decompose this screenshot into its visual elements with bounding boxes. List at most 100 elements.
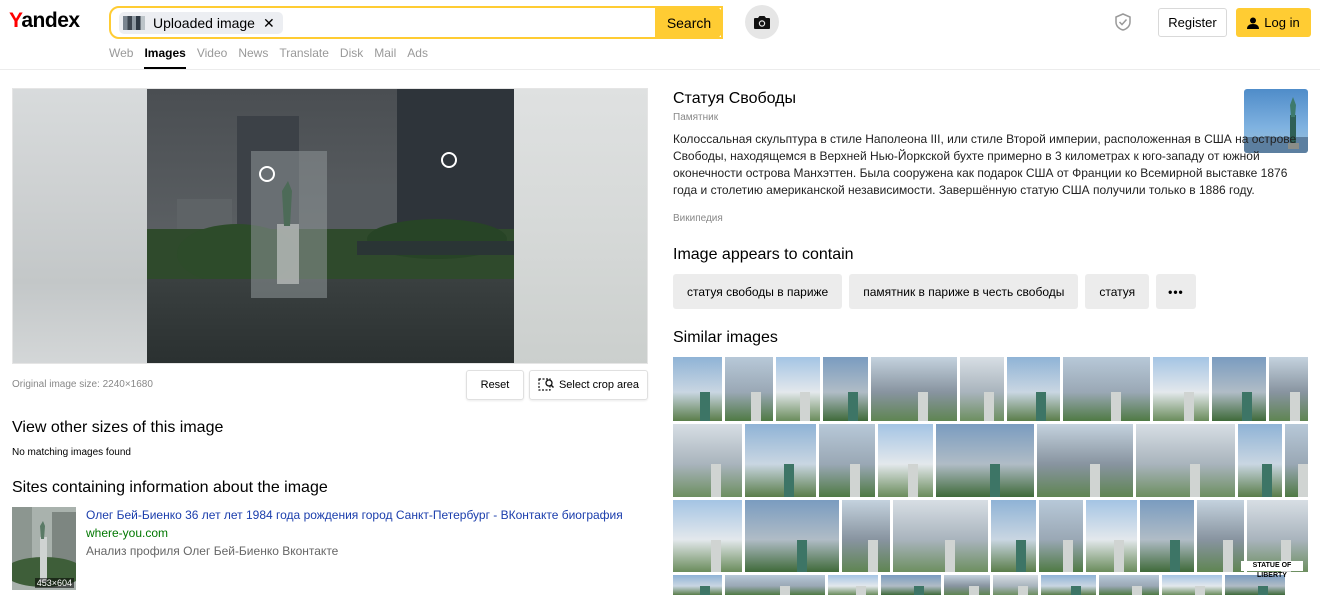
statue-shape <box>1063 539 1073 572</box>
similar-image-thumbnail[interactable] <box>828 575 878 595</box>
similar-image-thumbnail[interactable] <box>1037 424 1133 497</box>
entity-source[interactable]: Википедия <box>673 213 723 224</box>
statue-shape <box>1090 464 1100 497</box>
tags-title: Image appears to contain <box>673 246 854 263</box>
similar-image-thumbnail[interactable] <box>991 500 1036 572</box>
similar-image-thumbnail[interactable] <box>1162 575 1222 595</box>
similar-image-thumbnail[interactable] <box>1063 357 1150 421</box>
tab-ads[interactable]: Ads <box>407 46 428 69</box>
similar-image-thumbnail[interactable] <box>673 500 742 572</box>
statue-shape <box>1016 539 1026 572</box>
statue-shape <box>1170 539 1180 572</box>
yandex-logo[interactable]: Yandex <box>9 9 80 33</box>
tags-list: статуя свободы в париже памятник в париж… <box>673 274 1196 309</box>
similar-image-thumbnail[interactable] <box>673 424 742 497</box>
similar-image-thumbnail[interactable] <box>842 500 890 572</box>
similar-image-thumbnail[interactable] <box>1212 357 1266 421</box>
statue-shape <box>784 464 794 497</box>
similar-image-thumbnail[interactable] <box>673 357 722 421</box>
statue-shape <box>1036 392 1046 421</box>
site-result-link[interactable]: Олег Бей-Биенко 36 лет лет 1984 года рож… <box>86 508 623 522</box>
site-result-domain[interactable]: where-you.com <box>86 526 168 540</box>
tab-video[interactable]: Video <box>197 46 227 69</box>
similar-image-thumbnail[interactable] <box>871 357 957 421</box>
statue-shape <box>800 392 810 421</box>
tag-item[interactable]: статуя свободы в париже <box>673 274 843 309</box>
crop-handle-top-right[interactable] <box>441 152 457 168</box>
similar-image-thumbnail[interactable] <box>1238 424 1282 497</box>
similar-image-thumbnail[interactable] <box>1269 357 1308 421</box>
service-nav: Web Images Video News Translate Disk Mai… <box>109 46 439 69</box>
other-sizes-title: View other sizes of this image <box>12 419 224 436</box>
similar-image-thumbnail[interactable] <box>1039 500 1083 572</box>
select-crop-area-button[interactable]: Select crop area <box>529 370 648 400</box>
statue-shape <box>868 539 878 572</box>
more-tags-button[interactable]: ••• <box>1156 274 1196 309</box>
image-preview <box>12 88 648 364</box>
close-icon[interactable]: ✕ <box>263 15 275 32</box>
similar-image-thumbnail[interactable] <box>745 500 839 572</box>
similar-image-thumbnail[interactable] <box>960 357 1004 421</box>
similar-image-thumbnail[interactable] <box>745 424 816 497</box>
similar-image-thumbnail[interactable] <box>819 424 875 497</box>
statue-shape <box>1071 586 1081 595</box>
tab-news[interactable]: News <box>238 46 268 69</box>
register-button[interactable]: Register <box>1158 8 1227 37</box>
statue-shape <box>984 392 994 421</box>
statue-shape <box>850 464 860 497</box>
statue-shape <box>700 586 710 595</box>
statue-shape <box>914 586 924 595</box>
similar-image-thumbnail[interactable] <box>1086 500 1137 572</box>
tag-item[interactable]: статуя <box>1085 274 1150 309</box>
statue-shape <box>1114 539 1124 572</box>
search-button[interactable]: Search <box>655 6 723 39</box>
uploaded-image-chip[interactable]: Uploaded image ✕ <box>119 12 283 34</box>
tab-mail[interactable]: Mail <box>374 46 396 69</box>
tab-images[interactable]: Images <box>144 46 186 69</box>
search-input[interactable]: Uploaded image ✕ <box>109 6 723 39</box>
site-thumbnail-size: 453×604 <box>34 578 74 588</box>
similar-image-thumbnail[interactable] <box>944 575 990 595</box>
tab-web[interactable]: Web <box>109 46 133 69</box>
reset-button[interactable]: Reset <box>466 370 524 400</box>
no-matching-images: No matching images found <box>12 447 131 458</box>
statue-shape <box>711 464 721 497</box>
statue-shape <box>1132 586 1142 595</box>
statue-shape <box>700 392 710 421</box>
similar-image-thumbnail[interactable] <box>673 575 722 595</box>
camera-search-button[interactable] <box>745 5 779 39</box>
similar-image-thumbnail[interactable] <box>823 357 868 421</box>
similar-image-thumbnail[interactable] <box>893 500 988 572</box>
crop-handle-top-left[interactable] <box>259 166 275 182</box>
statue-shape <box>856 586 866 595</box>
uploaded-image-chip-label: Uploaded image <box>153 15 255 31</box>
similar-image-thumbnail[interactable] <box>1140 500 1194 572</box>
similar-image-thumbnail[interactable] <box>936 424 1034 497</box>
statue-shape <box>1190 464 1200 497</box>
similar-image-thumbnail[interactable] <box>1099 575 1159 595</box>
uploaded-image <box>147 89 514 363</box>
similar-image-thumbnail[interactable] <box>881 575 941 595</box>
site-thumbnail[interactable]: 453×604 <box>12 507 76 590</box>
similar-image-thumbnail[interactable] <box>878 424 933 497</box>
similar-image-thumbnail[interactable] <box>1007 357 1060 421</box>
entity-title[interactable]: Статуя Свободы <box>673 90 796 108</box>
similar-image-thumbnail[interactable] <box>725 575 825 595</box>
similar-image-thumbnail[interactable] <box>1136 424 1235 497</box>
similar-image-thumbnail[interactable] <box>1153 357 1209 421</box>
similar-image-thumbnail[interactable] <box>1285 424 1308 497</box>
statue-shape <box>780 586 790 595</box>
tag-item[interactable]: памятник в париже в честь свободы <box>849 274 1079 309</box>
tab-translate[interactable]: Translate <box>279 46 329 69</box>
similar-image-thumbnail[interactable] <box>1197 500 1244 572</box>
shield-icon[interactable] <box>1113 12 1133 32</box>
entity-type: Памятник <box>673 112 719 123</box>
statue-shape <box>1018 586 1028 595</box>
similar-image-thumbnail[interactable] <box>776 357 820 421</box>
tab-disk[interactable]: Disk <box>340 46 363 69</box>
statue-shape <box>1258 586 1268 595</box>
similar-image-thumbnail[interactable] <box>1041 575 1096 595</box>
similar-image-thumbnail[interactable] <box>993 575 1038 595</box>
login-button[interactable]: Log in <box>1236 8 1311 37</box>
similar-image-thumbnail[interactable] <box>725 357 773 421</box>
